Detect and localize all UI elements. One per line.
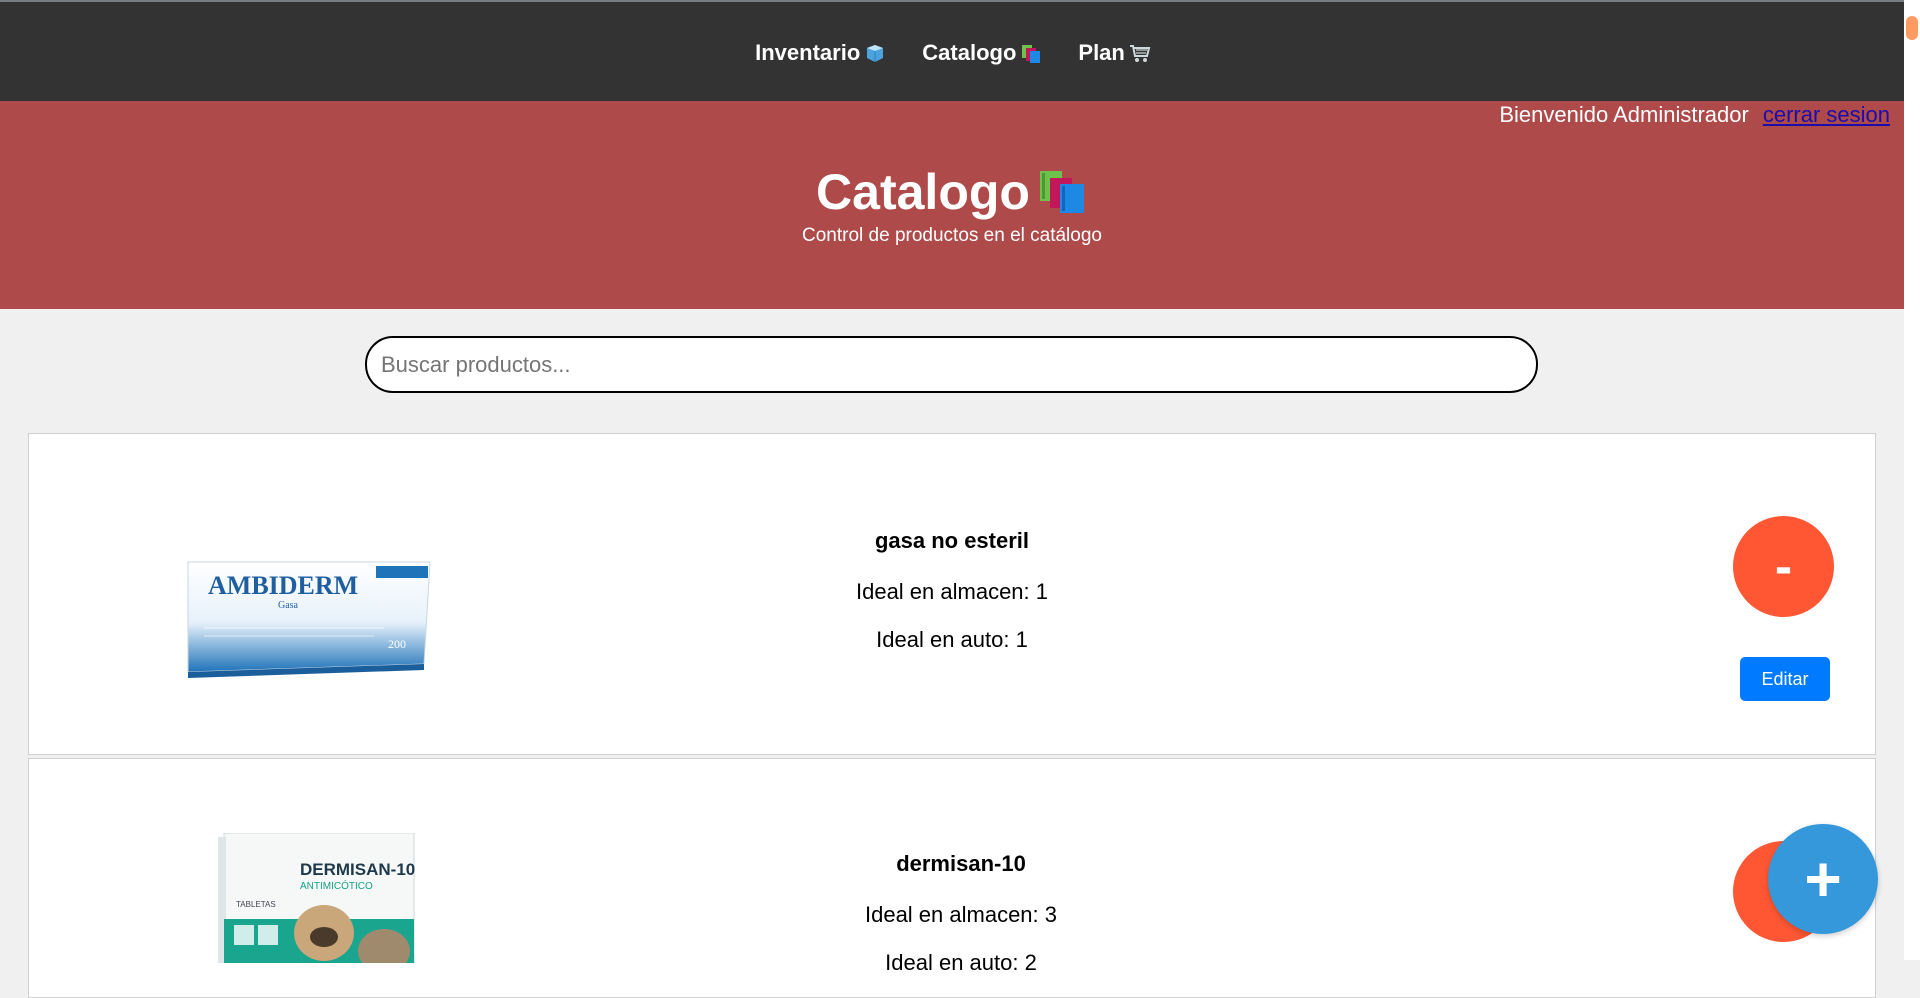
books-icon bbox=[1039, 171, 1084, 213]
product-card: DERMISAN-10 ANTIMICÓTICO TABLETAS dermis… bbox=[28, 758, 1876, 998]
scrollbar-thumb[interactable] bbox=[1906, 16, 1918, 40]
nav-label-inventario: Inventario bbox=[755, 39, 861, 65]
welcome-text: Bienvenido Administrador bbox=[1499, 102, 1749, 127]
nav-link-catalogo[interactable]: Catalogo bbox=[922, 40, 1042, 66]
edit-button[interactable]: Editar bbox=[1740, 657, 1830, 701]
books-icon bbox=[1022, 44, 1041, 63]
top-navbar: Inventario Catalogo Plan bbox=[0, 0, 1904, 101]
add-product-button[interactable]: + bbox=[1768, 824, 1878, 934]
cart-icon bbox=[1129, 44, 1151, 62]
welcome-area: Bienvenido Administrador cerrar sesion bbox=[1499, 102, 1890, 128]
product-info: dermisan-10 Ideal en almacen: 3 Ideal en… bbox=[47, 851, 1875, 998]
product-name: gasa no esteril bbox=[874, 528, 1030, 553]
search-input[interactable] bbox=[365, 336, 1538, 393]
remove-button[interactable]: - bbox=[1733, 516, 1834, 617]
package-icon bbox=[867, 44, 884, 62]
product-card: AMBIDERM Gasa 200 gasa no esteril Ideal … bbox=[28, 433, 1876, 755]
product-name: dermisan-10 bbox=[896, 851, 1026, 876]
ideal-almacen: Ideal en almacen: 3 bbox=[864, 902, 1058, 927]
nav-label-plan: Plan bbox=[1078, 39, 1125, 65]
nav-label-catalogo: Catalogo bbox=[922, 39, 1017, 65]
page-title-text: Catalogo bbox=[816, 164, 1030, 220]
logout-link[interactable]: cerrar sesion bbox=[1763, 102, 1890, 128]
nav-link-plan[interactable]: Plan bbox=[1078, 39, 1151, 66]
page-title: Catalogo bbox=[0, 163, 1904, 221]
product-info: gasa no esteril Ideal en almacen: 1 Idea… bbox=[29, 528, 1875, 675]
ideal-auto: Ideal en auto: 2 bbox=[885, 950, 1037, 975]
nav-link-inventario[interactable]: Inventario bbox=[755, 40, 886, 66]
page-subtitle: Control de productos en el catálogo bbox=[802, 225, 1102, 246]
ideal-almacen: Ideal en almacen: 1 bbox=[855, 579, 1049, 604]
header-banner: Bienvenido Administrador cerrar sesion C… bbox=[0, 101, 1904, 309]
ideal-auto: Ideal en auto: 1 bbox=[876, 627, 1028, 652]
scrollbar[interactable] bbox=[1904, 0, 1920, 960]
